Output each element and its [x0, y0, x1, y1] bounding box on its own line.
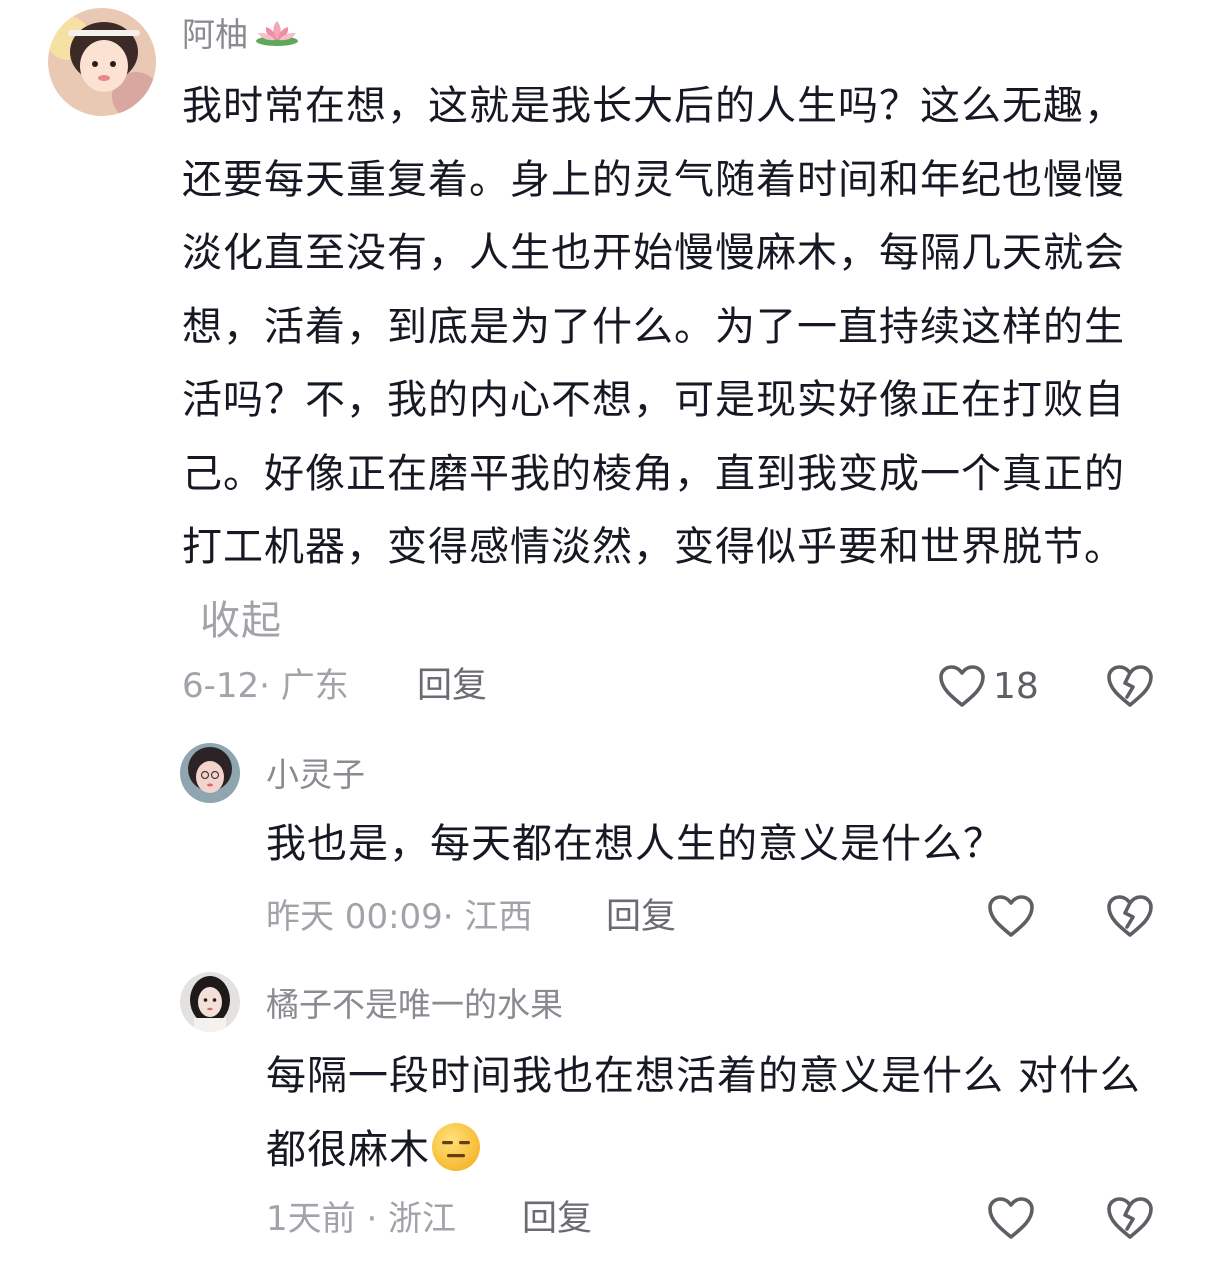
- avatar[interactable]: [180, 743, 240, 803]
- heart-icon: [986, 893, 1036, 939]
- like-button[interactable]: [986, 890, 1036, 942]
- expressionless-face-emoji: [430, 1121, 482, 1173]
- reply-button[interactable]: 回复: [606, 893, 676, 941]
- like-button[interactable]: 18: [937, 660, 1039, 712]
- heart-icon: [937, 663, 987, 709]
- comment-text-content: 我时常在想，这就是我长大后的人生吗？这么无趣，还要每天重复着。身上的灵气随着时间…: [182, 83, 1125, 570]
- avatar[interactable]: [48, 8, 156, 116]
- collapse-link[interactable]: 收起: [200, 598, 282, 644]
- reply-button[interactable]: 回复: [417, 662, 487, 710]
- dislike-button[interactable]: [1105, 890, 1155, 942]
- comment-username[interactable]: 阿柚: [182, 10, 300, 54]
- reply-username[interactable]: 小灵子: [266, 750, 365, 794]
- broken-heart-icon: [1105, 893, 1155, 939]
- dislike-button[interactable]: [1105, 1192, 1155, 1244]
- reply-button[interactable]: 回复: [522, 1195, 592, 1243]
- broken-heart-icon: [1105, 1195, 1155, 1241]
- heart-icon: [986, 1195, 1036, 1241]
- reply-text: 每隔一段时间我也在想活着的意义是什么 对什么都很麻木: [266, 1040, 1166, 1187]
- reply-text-content: 每隔一段时间我也在想活着的意义是什么 对什么都很麻木: [266, 1053, 1141, 1173]
- lotus-icon: [254, 17, 300, 47]
- reply-meta: 昨天 00:09· 江西: [266, 897, 533, 937]
- dislike-button[interactable]: [1105, 660, 1155, 712]
- like-count: 18: [993, 665, 1039, 707]
- reply-meta: 1天前 · 浙江: [266, 1199, 457, 1239]
- reply-text: 我也是，每天都在想人生的意义是什么？: [266, 821, 1004, 867]
- like-button[interactable]: [986, 1192, 1036, 1244]
- comment-text: 我时常在想，这就是我长大后的人生吗？这么无趣，还要每天重复着。身上的灵气随着时间…: [182, 70, 1157, 658]
- comment-meta: 6-12· 广东: [182, 666, 349, 706]
- avatar[interactable]: [180, 972, 240, 1032]
- username-text: 阿柚: [182, 15, 248, 54]
- broken-heart-icon: [1105, 663, 1155, 709]
- reply-username[interactable]: 橘子不是唯一的水果: [266, 980, 563, 1024]
